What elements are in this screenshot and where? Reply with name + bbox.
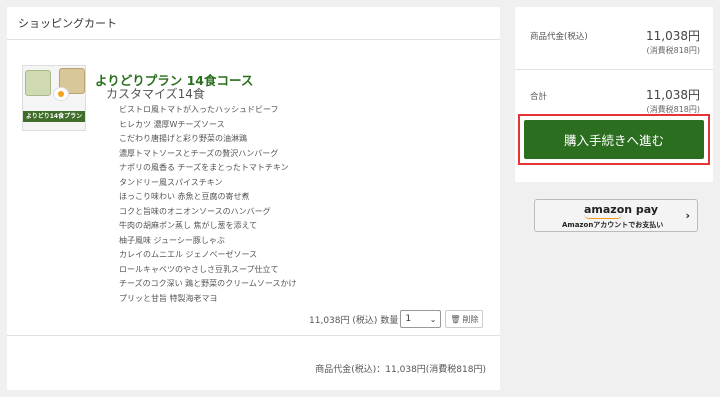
dish-list: ビストロ風トマトが入ったハッシュドビーフ ヒレカツ 濃厚Wチーズソース こだわり… xyxy=(119,103,297,306)
amazon-pay-subtext: Amazonアカウントでお支払い xyxy=(562,221,664,229)
dish-item: ビストロ風トマトが入ったハッシュドビーフ xyxy=(119,105,279,114)
egg-yolk-image xyxy=(58,91,64,97)
product-image-caption: よりどり14食プラン xyxy=(25,113,83,120)
item-price-row: 11,038円 (税込) 数量 1 ⌄ 🗑 削除 xyxy=(309,310,484,328)
meal-tray-image xyxy=(25,70,51,96)
chevron-down-icon: ⌄ xyxy=(429,314,437,324)
quantity-select[interactable]: 1 ⌄ xyxy=(400,310,442,328)
quantity-value: 1 xyxy=(405,314,412,324)
dish-item: こだわり唐揚げと彩り野菜の油淋鶏 xyxy=(119,134,247,143)
dish-item: ロールキャベツのやさしさ豆乳スープ仕立て xyxy=(119,264,279,274)
dish-item: ヒレカツ 濃厚Wチーズソース xyxy=(119,119,225,129)
chevron-right-icon: › xyxy=(685,209,690,222)
cart-title: ショッピングカート xyxy=(7,7,500,40)
checkout-highlight: 購入手続きへ進む xyxy=(518,114,710,165)
customize-label: カスタマイズ14食 xyxy=(106,87,205,101)
grand-total-row: 合計 11,038円 (消費税818円) xyxy=(515,70,713,114)
dish-item: チーズのコク深い 鶏と野菜のクリームソースかけ xyxy=(119,279,297,288)
product-total-amount: 11,038円 xyxy=(646,29,700,43)
cart-panel: ショッピングカート よりどり14食プラン よりどりプラン 14食コース カスタマ… xyxy=(7,7,500,390)
dish-item: 濃厚トマトソースとチーズの贅沢ハンバーグ xyxy=(119,148,279,158)
product-total-tax: (消費税818円) xyxy=(646,46,700,55)
dish-item: コクと旨味のオニオンソースのハンバーグ xyxy=(119,206,271,216)
cart-item: よりどり14食プラン よりどりプラン 14食コース カスタマイズ14食 ビストロ… xyxy=(7,40,500,336)
product-total-row: 商品代金(税込) 11,038円 (消費税818円) xyxy=(515,7,713,70)
dish-item: プリッと甘旨 特製海老マヨ xyxy=(119,293,218,303)
delete-label: 削除 xyxy=(462,314,479,324)
order-summary: 商品代金(税込) 11,038円 (消費税818円) 合計 11,038円 (消… xyxy=(515,7,713,182)
grand-total-label: 合計 xyxy=(530,92,548,102)
item-price: 11,038円 (税込) xyxy=(309,315,378,326)
cart-subtotal: 商品代金(税込)：11,038円(消費税818円) xyxy=(315,365,486,375)
quantity-label: 数量 xyxy=(380,315,399,326)
amazon-smile-icon xyxy=(584,214,622,219)
dish-item: 柚子風味 ジューシー豚しゃぶ xyxy=(119,235,225,245)
dish-item: カレイのムニエル ジェノベーゼソース xyxy=(119,250,258,259)
amazon-pay-button[interactable]: amazon pay Amazonアカウントでお支払い › xyxy=(534,199,698,232)
dish-item: タンドリー風スパイスチキン xyxy=(119,177,223,187)
product-total-label: 商品代金(税込) xyxy=(530,32,588,42)
product-image[interactable]: よりどり14食プラン xyxy=(22,65,86,131)
dish-item: ナポリの風香る チーズをまとったトマトチキン xyxy=(119,163,289,172)
grand-total-amount: 11,038円 xyxy=(646,88,700,102)
trash-icon: 🗑 xyxy=(450,314,461,324)
checkout-button[interactable]: 購入手続きへ進む xyxy=(524,120,704,159)
dish-item: 牛肉の胡麻ポン蒸し 焦がし葱を添えて xyxy=(119,221,258,230)
delete-button[interactable]: 🗑 削除 xyxy=(445,310,484,328)
dish-item: ほっこり味わい 赤魚と豆腐の寄せ煮 xyxy=(119,192,250,201)
